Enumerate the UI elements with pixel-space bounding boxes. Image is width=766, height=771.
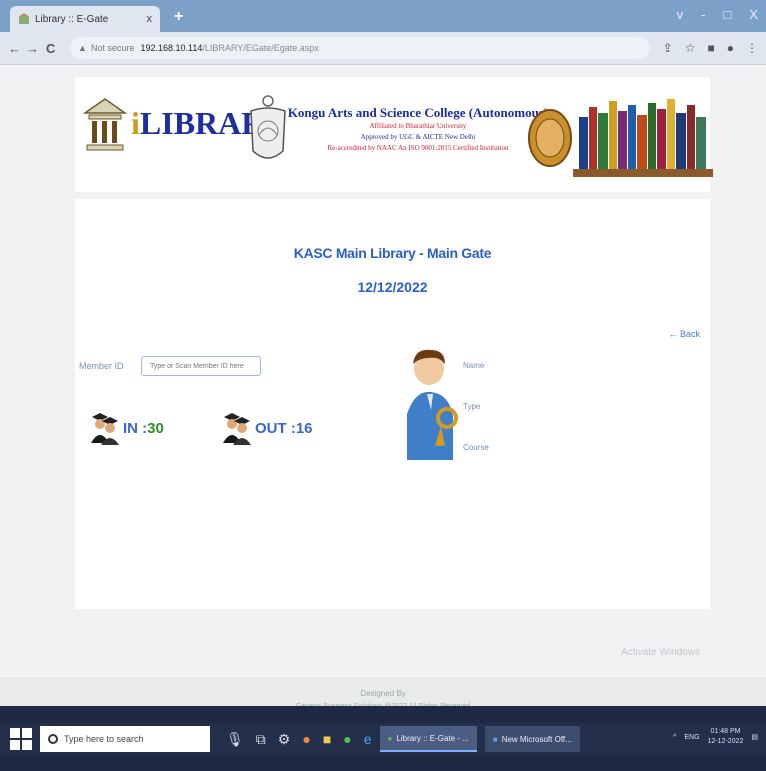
security-status: Not secure	[90, 43, 135, 53]
cortana-icon	[48, 734, 58, 744]
windows-taskbar: Type here to search 🎙 ⧉ ⚙ ● ■ ● e ● Libr…	[0, 706, 766, 771]
accreditation-line: Re-accredited by NAAC An ISO 9001:2015 C…	[327, 144, 509, 152]
in-label: IN :	[123, 419, 148, 437]
notification-icon[interactable]: ▤	[751, 733, 758, 741]
current-date: 12/12/2022	[357, 279, 428, 295]
browser-tab-bar: Library :: E-Gate x + v - □ X	[0, 0, 766, 32]
profile-icon[interactable]: ●	[727, 41, 734, 55]
out-counter: OUT :16	[221, 411, 313, 445]
course-field-label: Course	[463, 443, 489, 452]
taskbar-clock[interactable]: 01:48 PM 12-12-2022	[708, 727, 744, 747]
maximize-button[interactable]: □	[723, 7, 731, 22]
chrome-icon[interactable]: ●	[343, 731, 351, 747]
word-app-icon: ■	[492, 734, 498, 744]
files-icon[interactable]: ■	[323, 731, 331, 747]
bookshelf-image-icon	[573, 99, 713, 177]
taskbar-app-office[interactable]: ■ New Microsoft Off...	[484, 726, 580, 752]
menu-icon[interactable]: ⋮	[746, 41, 758, 55]
out-count-display: OUT :16	[255, 420, 313, 437]
page-content: iLIBRARY Kongu Arts and Science College …	[0, 65, 766, 771]
pinned-apps: 🎙 ⧉ ⚙ ● ■ ● e	[226, 731, 372, 748]
type-field-label: Type	[463, 402, 481, 411]
college-info: Kongu Arts and Science College (Autonomo…	[283, 105, 553, 154]
url-host: 192.168.10.114	[140, 43, 203, 53]
browser-tab[interactable]: Library :: E-Gate x	[10, 6, 160, 32]
clock-time: 01:48 PM	[710, 728, 741, 735]
system-tray: ^ ENG 01:48 PM 12-12-2022 ▤	[673, 727, 758, 747]
task-view-icon[interactable]: ⧉	[256, 731, 266, 748]
taskbar-strip: Type here to search 🎙 ⧉ ⚙ ● ■ ● e ● Libr…	[0, 723, 766, 755]
out-label: OUT :	[255, 419, 296, 437]
college-seal-icon	[528, 109, 572, 167]
address-bar: ← → C ▲ Not secure 192.168.10.114 /LIBRA…	[0, 32, 766, 65]
back-nav-icon[interactable]: ←	[8, 41, 21, 56]
extensions-icon[interactable]: ■	[708, 41, 715, 55]
taskbar-search-placeholder: Type here to search	[64, 734, 144, 744]
member-avatar-icon	[407, 349, 458, 460]
approval-line: Approved by UGC & AICTE New Delhi	[360, 133, 476, 141]
share-icon[interactable]: ⇪	[663, 41, 673, 55]
graduates-out-icon	[223, 413, 251, 445]
tab-search-icon[interactable]: v	[677, 7, 684, 22]
in-count: 30	[147, 419, 164, 437]
name-field-label: Name	[463, 361, 485, 370]
site-header: iLIBRARY Kongu Arts and Science College …	[75, 77, 713, 192]
new-tab-button[interactable]: +	[174, 8, 183, 26]
forward-nav-icon[interactable]: →	[26, 41, 39, 56]
language-indicator[interactable]: ENG	[684, 734, 699, 741]
tab-title: Library :: E-Gate	[35, 13, 109, 25]
minimize-button[interactable]: -	[701, 7, 705, 22]
window-controls: v - □ X	[677, 7, 758, 22]
reload-icon[interactable]: C	[46, 41, 55, 56]
chrome-app-icon: ●	[387, 733, 393, 743]
tab-close-icon[interactable]: x	[147, 13, 153, 25]
college-name: Kongu Arts and Science College (Autonomo…	[287, 105, 549, 120]
warning-icon: ▲	[78, 43, 87, 53]
activate-windows-watermark: Activate Windows	[621, 647, 700, 658]
in-counter: IN :30	[89, 411, 164, 445]
browser-toolbar-icons: ⇪ ☆ ■ ● ⋮	[663, 41, 758, 55]
in-count-display: IN :30	[123, 420, 164, 437]
close-window-button[interactable]: X	[749, 7, 758, 22]
firefox-icon[interactable]: ●	[302, 731, 310, 747]
affiliation-line: Affiliated to Bharathiar University	[369, 122, 467, 130]
taskbar-app-office-label: New Microsoft Off...	[501, 734, 572, 744]
member-id-input[interactable]	[141, 356, 261, 376]
member-id-label: Member ID	[79, 361, 124, 371]
taskbar-app-library[interactable]: ● Library :: E-Gate - ...	[379, 726, 477, 752]
edge-icon[interactable]: e	[364, 731, 372, 747]
microphone-icon[interactable]: 🎙	[226, 731, 244, 748]
back-link[interactable]: ← Back	[668, 329, 700, 339]
url-path: /LIBRARY/EGate/Egate.aspx	[202, 43, 319, 53]
graduates-in-icon	[91, 413, 119, 445]
url-field[interactable]: ▲ Not secure 192.168.10.114 /LIBRARY/EGa…	[70, 37, 650, 59]
library-favicon-icon	[18, 13, 30, 25]
page-title: KASC Main Library - Main Gate	[293, 245, 492, 261]
library-pillar-logo-icon	[83, 98, 127, 151]
settings-icon[interactable]: ⚙	[278, 731, 291, 748]
tray-expand-icon[interactable]: ^	[673, 734, 676, 741]
out-count: 16	[295, 419, 313, 437]
gate-panel: KASC Main Library - Main Gate 12/12/2022…	[75, 199, 710, 609]
logo-prefix: i	[131, 105, 140, 141]
windows-start-icon[interactable]	[10, 728, 32, 750]
designed-by-label: Designed By	[360, 689, 406, 698]
taskbar-search-box[interactable]: Type here to search	[40, 726, 210, 752]
clock-date: 12-12-2022	[707, 738, 744, 745]
taskbar-app-library-label: Library :: E-Gate - ...	[396, 733, 469, 743]
bookmark-star-icon[interactable]: ☆	[685, 41, 696, 55]
